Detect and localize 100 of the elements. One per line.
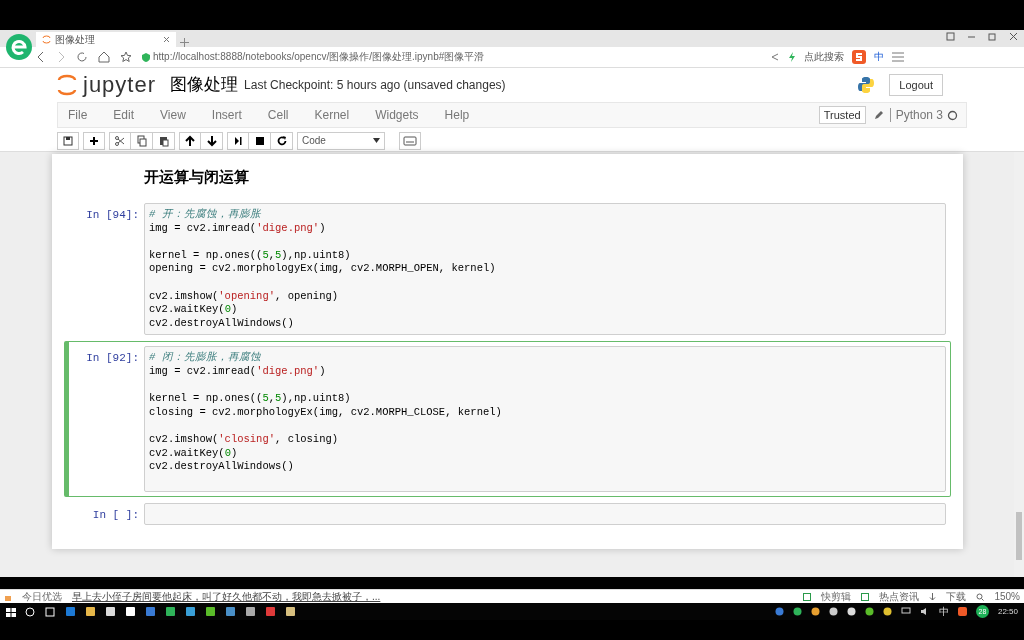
save-icon bbox=[62, 134, 74, 147]
code-input[interactable] bbox=[144, 503, 946, 526]
status-item[interactable]: 热点资讯 bbox=[879, 590, 920, 603]
zoom-icon bbox=[976, 592, 985, 601]
code-line: # 开：先腐蚀，再膨胀 bbox=[149, 208, 262, 222]
code-line: opening = cv2.morphologyEx(img, cv2.MORPH_OPEN, kernel) bbox=[149, 262, 497, 276]
back-icon[interactable] bbox=[36, 51, 46, 63]
star-icon[interactable] bbox=[120, 51, 132, 63]
menu-item[interactable]: Cell bbox=[267, 108, 301, 122]
plus-button[interactable] bbox=[83, 131, 105, 150]
arrow-down-icon bbox=[205, 134, 218, 147]
menu-item[interactable]: Kernel bbox=[314, 108, 362, 122]
sogou-icon[interactable] bbox=[852, 50, 866, 64]
sogou-icon[interactable] bbox=[957, 607, 967, 616]
kernel-name: Python 3 bbox=[889, 108, 943, 122]
restart-button[interactable] bbox=[271, 131, 293, 150]
logo-text: jupyter bbox=[83, 71, 157, 98]
restore-icon[interactable] bbox=[946, 32, 955, 41]
menu-item[interactable]: Insert bbox=[211, 108, 254, 122]
scissors-icon bbox=[114, 134, 126, 147]
code-cell[interactable] bbox=[64, 341, 951, 498]
trusted-badge[interactable]: Trusted bbox=[818, 106, 866, 124]
cell-type-dropdown[interactable]: Code bbox=[297, 131, 385, 150]
status-item[interactable]: 下载 bbox=[946, 590, 967, 603]
tab-title: 图像处理 bbox=[55, 32, 96, 47]
reload-icon[interactable] bbox=[76, 51, 88, 63]
windows-icon[interactable] bbox=[6, 606, 16, 617]
caret-icon bbox=[373, 138, 380, 143]
network-icon[interactable] bbox=[900, 607, 911, 616]
share-icon[interactable] bbox=[770, 52, 780, 62]
taskbar-app-icon[interactable] bbox=[85, 606, 96, 617]
menu-item[interactable]: File bbox=[68, 108, 100, 122]
menu-item[interactable]: View bbox=[160, 108, 198, 122]
new-tab-icon[interactable] bbox=[180, 38, 189, 47]
home-icon[interactable] bbox=[98, 51, 110, 63]
python-icon bbox=[857, 75, 876, 94]
shield-icon bbox=[142, 52, 150, 62]
news-link[interactable]: 早上去小侄子房间要他起床，叫了好久他都不动，我即急去掀被子，... bbox=[72, 590, 381, 603]
code-line: cv2.waitKey(0) bbox=[149, 303, 239, 317]
taskbar-app-icon[interactable] bbox=[165, 606, 176, 617]
jupyter-logo[interactable]: jupyter bbox=[57, 71, 157, 98]
jupyter-icon bbox=[42, 35, 51, 44]
menu-item[interactable]: Edit bbox=[113, 108, 147, 122]
close-icon[interactable] bbox=[163, 36, 170, 43]
close-icon[interactable] bbox=[1009, 32, 1018, 41]
address-field[interactable]: http://localhost:8888/notebooks/opencv/图像操作/图像处理.ipynb#图像平滑 bbox=[153, 50, 485, 64]
paste-button[interactable] bbox=[153, 131, 175, 150]
stop-icon bbox=[253, 134, 266, 147]
code-input[interactable]: # 闭：先膨胀，再腐蚀 img = cv2.imread('dige.png') kernel = np.ones((5,5),np.uint8) closing = cv2.morphologyEx(img, cv2.MORPH_CLOSE, kernel) cv2.imshow('closing', closing) cv2.waitKey(0) cv2.destroyAllWindows() bbox=[144, 346, 946, 493]
search-field[interactable]: 点此搜索 bbox=[804, 50, 844, 64]
checkpoint-text: Last Checkpoint: 5 hours ago (unsaved changes) bbox=[244, 77, 507, 92]
cell-prompt: In [ ]: bbox=[91, 508, 140, 524]
taskbar-app-icon[interactable] bbox=[185, 606, 196, 617]
code-line: kernel = np.ones((5,5),np.uint8) bbox=[149, 248, 352, 263]
browser-tab[interactable]: 图像处理 bbox=[36, 32, 176, 47]
logout-button[interactable]: Logout bbox=[889, 73, 943, 96]
status-item[interactable]: 快剪辑 bbox=[821, 590, 852, 603]
code-line: # 闭：先膨胀，再腐蚀 bbox=[149, 351, 262, 365]
jupyter-icon bbox=[57, 73, 77, 96]
taskbar-app-icon[interactable] bbox=[225, 606, 236, 617]
lightning-icon[interactable] bbox=[788, 52, 796, 62]
save-button[interactable] bbox=[57, 131, 79, 150]
arrow-up-button[interactable] bbox=[179, 131, 201, 150]
scissors-button[interactable] bbox=[109, 131, 131, 150]
menu-item[interactable]: Help bbox=[444, 108, 482, 122]
ime-label[interactable]: 中 bbox=[874, 50, 884, 64]
code-cell[interactable]: In [ ]: bbox=[64, 498, 951, 531]
copy-button[interactable] bbox=[131, 131, 153, 150]
notebook-name[interactable]: 图像处理 bbox=[170, 73, 239, 96]
task-view-icon[interactable] bbox=[44, 606, 56, 617]
cell-prompt: In [94]: bbox=[85, 208, 140, 223]
clock[interactable]: 22:50 bbox=[997, 607, 1018, 616]
dropdown-value: Code bbox=[302, 135, 326, 146]
taskbar-app-icon[interactable] bbox=[105, 606, 116, 617]
code-line: cv2.destroyAllWindows() bbox=[149, 316, 295, 331]
code-line: cv2.waitKey(0) bbox=[149, 446, 239, 461]
paste-icon bbox=[157, 134, 170, 147]
code-line: kernel = np.ones((5,5),np.uint8) bbox=[149, 392, 352, 406]
taskbar-app-icon[interactable] bbox=[205, 606, 216, 617]
taskbar-app-icon[interactable] bbox=[245, 606, 256, 617]
taskbar-app-icon[interactable] bbox=[125, 606, 136, 617]
code-line: img = cv2.imread('dige.png') bbox=[149, 221, 327, 236]
status-label[interactable]: 今日优选 bbox=[22, 590, 62, 603]
app-icon bbox=[803, 592, 812, 601]
arrow-up-icon bbox=[184, 134, 196, 147]
search-icon[interactable] bbox=[25, 606, 35, 617]
copy-icon bbox=[135, 134, 148, 147]
stop-button[interactable] bbox=[249, 131, 271, 150]
cell-prompt: In [92]: bbox=[85, 351, 140, 367]
taskbar-app-icon[interactable] bbox=[285, 606, 296, 617]
menu-item[interactable]: Widgets bbox=[375, 108, 431, 122]
code-input[interactable]: # 开：先腐蚀，再膨胀 img = cv2.imread('dige.png') kernel = np.ones((5,5),np.uint8) opening = cv2.morphologyEx(img, cv2.MORPH_OPEN, kernel) cv2.imshow('opening', opening) cv2.waitKey(0) cv2.destroyAllWindows() bbox=[144, 203, 946, 336]
status-item[interactable]: 150% bbox=[994, 590, 1020, 603]
maximize-icon[interactable] bbox=[988, 32, 997, 41]
step-button[interactable] bbox=[227, 131, 249, 150]
code-line: img = cv2.imread('dige.png') bbox=[149, 364, 327, 379]
arrow-down-button[interactable] bbox=[201, 131, 223, 150]
pencil-icon[interactable] bbox=[873, 110, 884, 120]
ime-label[interactable]: 中 bbox=[938, 604, 949, 619]
code-line: cv2.imshow('closing', closing) bbox=[149, 432, 340, 447]
